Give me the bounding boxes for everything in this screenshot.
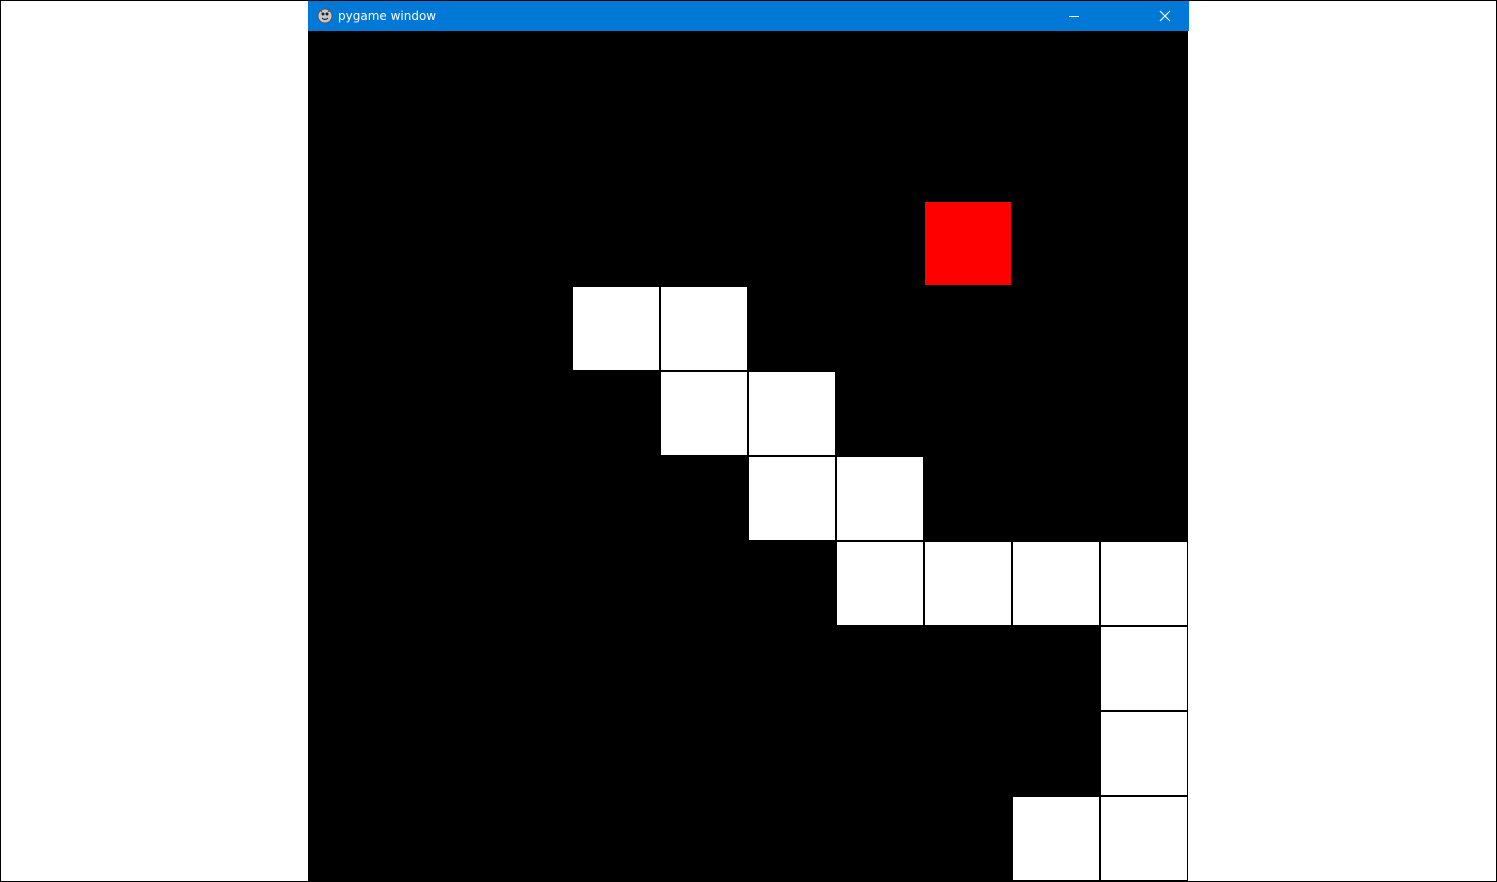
snake-segment [1013, 797, 1099, 880]
snake-segment [837, 457, 923, 540]
snake-segment [573, 287, 659, 370]
food-tile [925, 202, 1011, 285]
snake-segment [925, 542, 1011, 625]
close-button[interactable] [1142, 1, 1188, 31]
minimize-button[interactable] [1051, 1, 1097, 31]
snake-segment [749, 457, 835, 540]
snake-segment [661, 372, 747, 455]
snake-segment [1101, 542, 1187, 625]
snake-segment [749, 372, 835, 455]
pygame-window: pygame window [308, 1, 1189, 881]
snake-segment [837, 542, 923, 625]
snake-segment [1101, 797, 1187, 880]
snake-segment [1101, 627, 1187, 710]
window-title: pygame window [338, 9, 437, 23]
close-icon [1159, 7, 1171, 26]
title-bar[interactable]: pygame window [308, 1, 1189, 31]
snake-segment [1013, 542, 1099, 625]
minimize-icon [1068, 7, 1080, 26]
game-canvas[interactable] [308, 31, 1188, 881]
snake-segment [1101, 712, 1187, 795]
pygame-snake-icon [316, 7, 334, 25]
snake-segment [661, 287, 747, 370]
